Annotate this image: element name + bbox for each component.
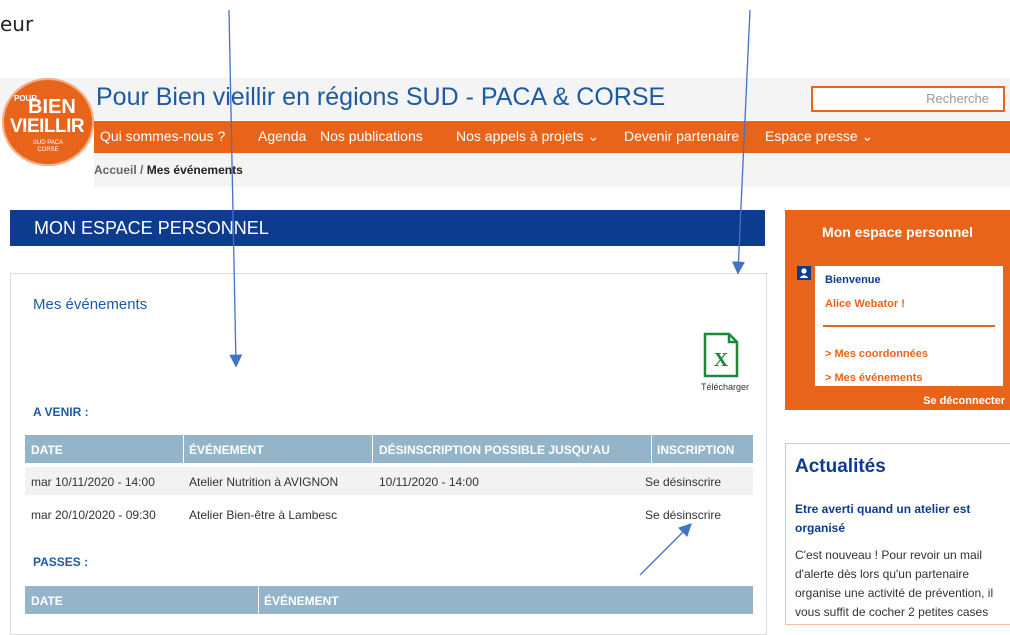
past-label: PASSES : — [33, 555, 89, 569]
section-header: MON ESPACE PERSONNEL — [10, 210, 765, 246]
breadcrumb-home[interactable]: Accueil — [94, 163, 137, 177]
column-header: ÉVÉNEMENT — [189, 443, 264, 457]
event-deadline: 10/11/2020 - 14:00 — [379, 475, 479, 489]
upcoming-label: A VENIR : — [33, 405, 89, 419]
search-placeholder: Recherche — [926, 91, 989, 106]
cropped-top-text: eur — [0, 12, 34, 36]
breadcrumb: Accueil / Mes événements — [94, 163, 243, 177]
nav-item-press[interactable]: Espace presse ⌄ — [765, 128, 873, 145]
svg-text:X: X — [714, 349, 729, 371]
main-nav: Qui sommes-nous ? Agenda Nos publication… — [94, 121, 1010, 153]
column-header: DÉSINSCRIPTION POSSIBLE JUSQU'AU — [379, 443, 610, 457]
link-my-details[interactable]: > Mes coordonnées — [825, 348, 928, 360]
site-logo[interactable]: POUR BIEN VIEILLIR SUD PACA CORSE — [2, 78, 94, 166]
link-my-events[interactable]: > Mes événements — [825, 372, 923, 384]
user-name: Alice Webator ! — [825, 298, 905, 310]
excel-download-icon[interactable]: X — [703, 332, 739, 378]
events-title: Mes événements — [33, 296, 148, 313]
nav-item-about[interactable]: Qui sommes-nous ? — [100, 128, 225, 144]
news-headline[interactable]: Etre averti quand un atelier est organis… — [795, 500, 1010, 538]
event-name: Atelier Bien-être à Lambesc — [189, 508, 338, 522]
nav-item-publications[interactable]: Nos publications — [320, 128, 423, 144]
nav-item-projects[interactable]: Nos appels à projets ⌄ — [456, 128, 599, 145]
table-row: mar 20/10/2020 - 09:30 Atelier Bien-être… — [25, 502, 753, 530]
table-row: mar 10/11/2020 - 14:00 Atelier Nutrition… — [25, 467, 753, 495]
logout-link[interactable]: Se déconnecter — [785, 395, 1005, 407]
upcoming-table-header: DATE ÉVÉNEMENT DÉSINSCRIPTION POSSIBLE J… — [25, 435, 753, 463]
unsubscribe-link[interactable]: Se désinscrire — [645, 475, 721, 489]
column-header: DATE — [31, 443, 63, 457]
download-label[interactable]: Télécharger — [690, 382, 760, 392]
event-name: Atelier Nutrition à AVIGNON — [189, 475, 339, 489]
column-header: DATE — [31, 594, 63, 608]
site-title[interactable]: Pour Bien vieillir en régions SUD - PACA… — [96, 83, 665, 112]
past-table-header: DATE ÉVÉNEMENT — [25, 586, 753, 614]
news-body: C'est nouveau ! Pour revoir un mail d'al… — [795, 548, 994, 619]
event-date: mar 10/11/2020 - 14:00 — [31, 475, 155, 489]
search-input[interactable]: Recherche — [811, 86, 1005, 112]
page-title: MON ESPACE PERSONNEL — [34, 218, 269, 238]
event-date: mar 20/10/2020 - 09:30 — [31, 508, 156, 522]
column-header: INSCRIPTION — [657, 443, 735, 457]
news-title: Actualités — [795, 456, 886, 477]
welcome-text: Bienvenue — [825, 274, 881, 286]
unsubscribe-link[interactable]: Se désinscrire — [645, 508, 721, 522]
breadcrumb-separator: / — [140, 163, 144, 177]
user-card: Bienvenue Alice Webator ! > Mes coordonn… — [815, 266, 1003, 386]
nav-item-agenda[interactable]: Agenda — [258, 128, 306, 144]
column-header: ÉVÉNEMENT — [264, 594, 339, 608]
breadcrumb-current: Mes événements — [146, 163, 243, 177]
sidebar-title: Mon espace personnel — [822, 224, 973, 240]
divider — [823, 325, 995, 327]
nav-item-partner[interactable]: Devenir partenaire — [624, 128, 739, 144]
user-icon — [797, 266, 811, 280]
